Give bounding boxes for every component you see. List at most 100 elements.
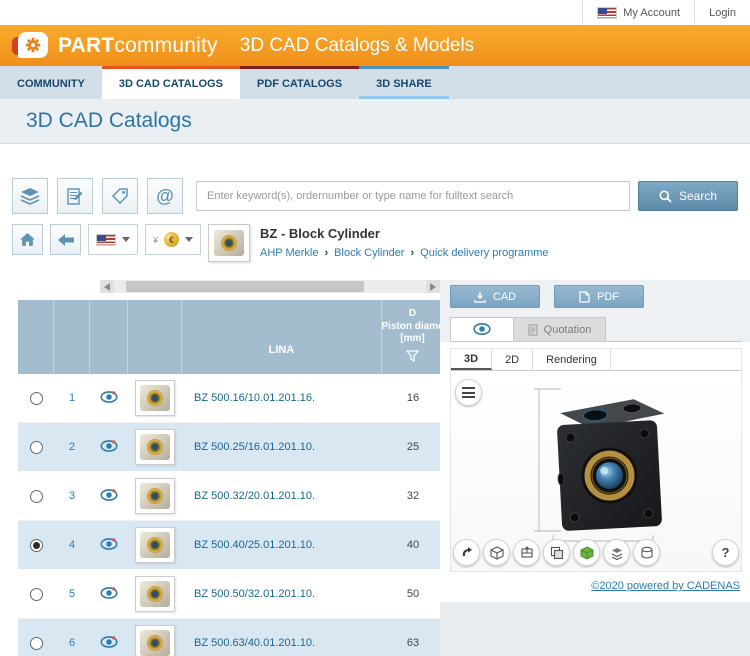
solid-green-cube-icon[interactable] — [573, 539, 600, 566]
header-piston-diameter[interactable]: D Piston diame [mm] — [382, 300, 440, 374]
tab-rendering[interactable]: Rendering — [533, 349, 611, 370]
row-number[interactable]: 4 — [54, 521, 90, 569]
partcommunity-logo[interactable] — [12, 31, 50, 61]
copyright-line: ©2020 powered by CADENAS — [450, 580, 742, 592]
quotation-tab[interactable]: Quotation — [514, 317, 606, 341]
preview-eye-icon[interactable] — [100, 635, 118, 652]
table-row[interactable]: 5 BZ 500.50/32.01.201.10. 50 — [18, 570, 440, 619]
cube-view-icon[interactable] — [483, 539, 510, 566]
search-icon — [659, 190, 672, 203]
cylinder-view-icon[interactable] — [633, 539, 660, 566]
part-thumbnail[interactable] — [135, 380, 175, 416]
currency-dropdown[interactable]: ¥ € — [145, 224, 202, 255]
breadcrumb: AHP Merkle › Block Cylinder › Quick deli… — [260, 247, 549, 259]
breadcrumb-category[interactable]: Block Cylinder — [334, 247, 404, 259]
filter-funnel-icon[interactable] — [405, 349, 420, 367]
tab-pdf-catalogs[interactable]: PDF CATALOGS — [239, 66, 360, 99]
part-thumbnail[interactable] — [135, 429, 175, 465]
row-radio[interactable] — [29, 440, 43, 454]
at-search-button[interactable]: @ — [147, 178, 183, 214]
table-row[interactable]: 3 BZ 500.32/20.01.201.10. 32 — [18, 472, 440, 521]
compare-view-icon[interactable] — [543, 539, 570, 566]
row-number[interactable]: 5 — [54, 570, 90, 618]
table-row[interactable]: 6 BZ 500.63/40.01.201.10. 63 — [18, 619, 440, 656]
part-thumbnail[interactable] — [135, 576, 175, 612]
part-thumbnail[interactable] — [135, 478, 175, 514]
scroll-left-button[interactable] — [100, 280, 114, 293]
table-row[interactable]: 1 BZ 500.16/10.01.201.16. 16 — [18, 374, 440, 423]
scroll-right-icon — [430, 282, 436, 291]
pdf-button-label: PDF — [597, 290, 619, 303]
cad-button-label: CAD — [492, 290, 517, 303]
part-name-link[interactable]: BZ 500.50/32.01.201.10. — [182, 570, 382, 618]
row-number[interactable]: 3 — [54, 472, 90, 520]
part-thumbnail[interactable] — [135, 527, 175, 563]
table-body: 1 BZ 500.16/10.01.201.16. 16 2 BZ 500.25… — [18, 374, 440, 656]
home-button[interactable] — [12, 224, 43, 255]
part-name-link[interactable]: BZ 500.25/16.01.201.10. — [182, 423, 382, 471]
tab-3d[interactable]: 3D — [451, 349, 493, 370]
part-thumbnail[interactable] — [135, 625, 175, 656]
piston-diameter-value: 32 — [406, 490, 420, 502]
header-thumbnail-column — [128, 300, 182, 374]
table-row[interactable]: 2 BZ 500.25/16.01.201.10. 25 — [18, 423, 440, 472]
layers-icon — [20, 188, 40, 205]
cadenas-link[interactable]: ©2020 powered by CADENAS — [591, 580, 740, 592]
catalog-layers-button[interactable] — [12, 178, 48, 214]
scroll-left-icon — [104, 282, 110, 291]
scroll-right-button[interactable] — [426, 280, 440, 293]
language-dropdown[interactable] — [88, 224, 138, 255]
breadcrumb-subcategory[interactable]: Quick delivery programme — [420, 247, 548, 259]
login-link[interactable]: Login — [694, 0, 750, 25]
scrollbar-thumb[interactable] — [126, 281, 364, 292]
row-radio[interactable] — [29, 489, 43, 503]
preview-eye-icon[interactable] — [100, 439, 118, 456]
cad-download-button[interactable]: CAD — [450, 285, 540, 308]
row-radio[interactable] — [29, 391, 43, 405]
breadcrumb-catalog[interactable]: AHP Merkle — [260, 247, 318, 259]
part-name-link[interactable]: BZ 500.32/20.01.201.10. — [182, 472, 382, 520]
table-row[interactable]: 4 BZ 500.40/25.01.201.10. 40 — [18, 521, 440, 570]
row-radio[interactable] — [29, 538, 43, 552]
search-button[interactable]: Search — [638, 181, 738, 211]
order-list-button[interactable] — [57, 178, 93, 214]
scrollbar-track[interactable] — [114, 280, 426, 293]
layers-view-icon[interactable] — [603, 539, 630, 566]
logo-bubble — [18, 31, 48, 58]
brand-wordmark[interactable]: PARTcommunity — [58, 34, 218, 58]
help-button[interactable]: ? — [712, 539, 739, 566]
context-toolbar: ¥ € BZ - Block Cylinder AHP Merkle › Blo… — [0, 224, 750, 262]
tab-3d-cad-catalogs[interactable]: 3D CAD CATALOGS — [101, 66, 240, 99]
pdf-download-button[interactable]: PDF — [554, 285, 644, 308]
my-account-link[interactable]: My Account — [582, 0, 694, 25]
part-name-link[interactable]: BZ 500.16/10.01.201.16. — [182, 374, 382, 422]
rotate-tool-icon[interactable] — [453, 539, 480, 566]
tab-community[interactable]: COMMUNITY — [0, 66, 102, 99]
header-lina[interactable]: LINA — [182, 300, 382, 374]
search-input[interactable] — [197, 190, 629, 202]
3d-viewer[interactable]: ? — [451, 371, 741, 571]
row-number[interactable]: 2 — [54, 423, 90, 471]
preview-eye-icon[interactable] — [100, 488, 118, 505]
row-number[interactable]: 1 — [54, 374, 90, 422]
row-number[interactable]: 6 — [54, 619, 90, 656]
preview-eye-icon[interactable] — [100, 586, 118, 603]
preview-eye-tab[interactable] — [450, 317, 514, 341]
part-name-link[interactable]: BZ 500.40/25.01.201.10. — [182, 521, 382, 569]
tab-2d[interactable]: 2D — [492, 349, 534, 370]
tag-filter-button[interactable] — [102, 178, 138, 214]
row-radio[interactable] — [29, 587, 43, 601]
preview-eye-icon[interactable] — [100, 390, 118, 407]
row-radio[interactable] — [29, 636, 43, 650]
section-view-icon[interactable] — [513, 539, 540, 566]
tab-3d-share[interactable]: 3D SHARE — [359, 66, 449, 99]
top-utility-bar: My Account Login — [0, 0, 750, 25]
back-button[interactable] — [50, 224, 81, 255]
selected-part-thumbnail[interactable] — [208, 224, 251, 262]
horizontal-scrollbar — [100, 280, 440, 293]
part-name-link[interactable]: BZ 500.63/40.01.201.10. — [182, 619, 382, 656]
eye-icon — [473, 323, 491, 335]
preview-eye-icon[interactable] — [100, 537, 118, 554]
part-image — [140, 630, 170, 656]
piston-diameter-value: 16 — [406, 392, 420, 404]
